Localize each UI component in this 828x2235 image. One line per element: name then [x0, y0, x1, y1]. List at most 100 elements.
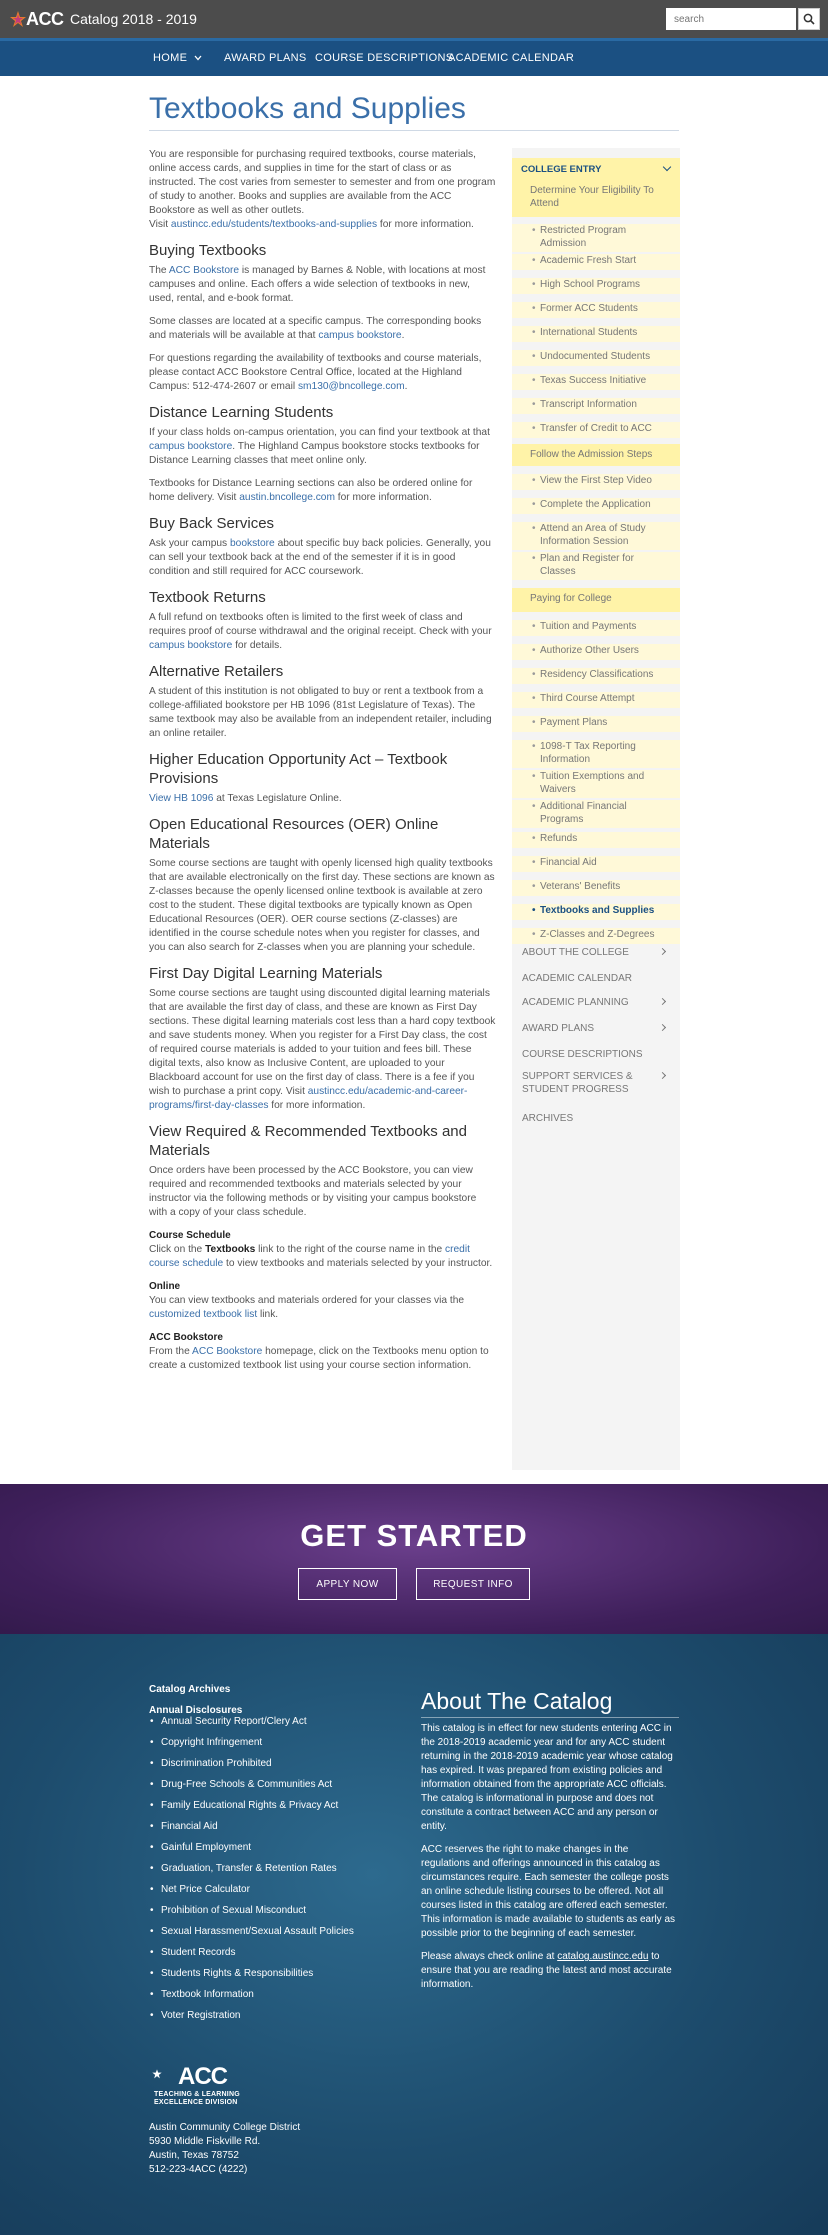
- sidebar-item-1098-t-tax-reporting-information[interactable]: 1098-T Tax Reporting Information: [512, 740, 680, 768]
- main-content: You are responsible for purchasing requi…: [149, 148, 497, 1382]
- sidebar-item-attend-an-area-of-study-information-session[interactable]: Attend an Area of Study Information Sess…: [512, 522, 680, 550]
- sidebar-item-award-plans[interactable]: AWARD PLANS: [512, 1022, 680, 1036]
- footer-link-net-price-calculator[interactable]: Net Price Calculator: [149, 1883, 399, 1904]
- sidebar-item-complete-the-application[interactable]: Complete the Application: [512, 498, 680, 514]
- footer-link-discrimination-prohibited[interactable]: Discrimination Prohibited: [149, 1757, 399, 1778]
- sidebar-item-academic-fresh-start[interactable]: Academic Fresh Start: [512, 254, 680, 270]
- nav-academic-calendar[interactable]: ACADEMIC CALENDAR: [448, 52, 574, 64]
- bookstore-link[interactable]: bookstore: [230, 538, 275, 549]
- sidebar-item-tuition-and-payments[interactable]: Tuition and Payments: [512, 620, 680, 636]
- footer-link-copyright-infringement[interactable]: Copyright Infringement: [149, 1736, 399, 1757]
- sidebar-item-texas-success-initiative[interactable]: Texas Success Initiative: [512, 374, 680, 390]
- bncollege-link[interactable]: austin.bncollege.com: [239, 492, 335, 503]
- sidebar-item-academic-calendar[interactable]: ACADEMIC CALENDAR: [512, 972, 680, 986]
- online-heading: Online: [149, 1281, 181, 1292]
- footer-link-textbook-information[interactable]: Textbook Information: [149, 1988, 399, 2009]
- sidebar-item-academic-planning[interactable]: ACADEMIC PLANNING: [512, 996, 680, 1010]
- about-p1: This catalog is in effect for new studen…: [421, 1723, 673, 1832]
- campus-bookstore-link[interactable]: campus bookstore: [318, 330, 401, 341]
- textbooks-info-link[interactable]: austincc.edu/students/textbooks-and-supp…: [171, 219, 377, 230]
- get-started-title: GET STARTED: [300, 1518, 528, 1553]
- search-input[interactable]: [666, 8, 796, 30]
- nav-course-descriptions[interactable]: COURSE DESCRIPTIONS: [315, 52, 453, 64]
- chevron-right-icon: [658, 947, 667, 956]
- heading-view-required: View Required & Recommended Textbooks an…: [149, 1123, 467, 1159]
- sidebar-item-textbooks-and-supplies[interactable]: Textbooks and Supplies: [512, 904, 680, 920]
- campus-bookstore-link[interactable]: campus bookstore: [149, 640, 232, 651]
- campus-bookstore-link[interactable]: campus bookstore: [149, 441, 232, 452]
- customized-textbook-list-link[interactable]: customized textbook list: [149, 1309, 257, 1320]
- hb1096-link[interactable]: View HB 1096: [149, 793, 213, 804]
- footer-logo-text: ACC: [178, 2063, 228, 2090]
- sidebar-group-follow-the-admission-steps[interactable]: Follow the Admission Steps: [512, 444, 680, 466]
- footer-link-prohibition-of-sexual-misconduct[interactable]: Prohibition of Sexual Misconduct: [149, 1904, 399, 1925]
- footer-link-voter-registration[interactable]: Voter Registration: [149, 2009, 399, 2030]
- acc-bookstore-link[interactable]: ACC Bookstore: [169, 265, 239, 276]
- heading-alt-retailers: Alternative Retailers: [149, 663, 284, 680]
- sidebar-group-paying-for-college[interactable]: Paying for College: [512, 588, 680, 612]
- sidebar-item-authorize-other-users[interactable]: Authorize Other Users: [512, 644, 680, 660]
- footer-link-students-rights-responsibilities[interactable]: Students Rights & Responsibilities: [149, 1967, 399, 1988]
- sidebar-item-tuition-exemptions-and-waivers[interactable]: Tuition Exemptions and Waivers: [512, 770, 680, 798]
- sidebar-item-archives[interactable]: ARCHIVES: [512, 1112, 680, 1126]
- search-button[interactable]: [798, 8, 820, 30]
- alt-p1: A student of this institution is not obl…: [149, 686, 492, 739]
- sidebar-item-view-the-first-step-video[interactable]: View the First Step Video: [512, 474, 680, 490]
- sidebar-item-former-acc-students[interactable]: Former ACC Students: [512, 302, 680, 318]
- sidebar-item-international-students[interactable]: International Students: [512, 326, 680, 342]
- sidebar-item-financial-aid[interactable]: Financial Aid: [512, 856, 680, 872]
- sidebar-item-third-course-attempt[interactable]: Third Course Attempt: [512, 692, 680, 708]
- sidebar-item-restricted-program-admission[interactable]: Restricted Program Admission: [512, 224, 680, 252]
- sidebar-item-undocumented-students[interactable]: Undocumented Students: [512, 350, 680, 366]
- about-catalog-title: About The Catalog: [421, 1688, 613, 1714]
- sidebar-item-plan-and-register-for-classes[interactable]: Plan and Register for Classes: [512, 552, 680, 580]
- sidebar-item-transcript-information[interactable]: Transcript Information: [512, 398, 680, 414]
- footer-link-family-educational-rights-privacy-act[interactable]: Family Educational Rights & Privacy Act: [149, 1799, 399, 1820]
- footer-link-annual-security-report-clery-act[interactable]: Annual Security Report/Clery Act: [149, 1715, 399, 1736]
- sidebar-heading-college-entry[interactable]: COLLEGE ENTRY: [512, 158, 680, 180]
- request-info-button[interactable]: REQUEST INFO: [416, 1568, 530, 1600]
- sidebar: COLLEGE ENTRY Determine Your Eligibility…: [512, 148, 680, 1470]
- acc-logo[interactable]: ACC: [10, 8, 64, 30]
- sidebar-item-transfer-of-credit-to-acc[interactable]: Transfer of Credit to ACC: [512, 422, 680, 438]
- site-title[interactable]: Catalog 2018 - 2019: [70, 11, 197, 27]
- nav-home[interactable]: HOME: [153, 52, 202, 64]
- footer-link-drug-free-schools-communities-act[interactable]: Drug-Free Schools & Communities Act: [149, 1778, 399, 1799]
- bookstore-email-link[interactable]: sm130@bncollege.com: [298, 381, 405, 392]
- sidebar-item-support-services-student-progress[interactable]: SUPPORT SERVICES & STUDENT PROGRESS: [512, 1070, 680, 1098]
- sidebar-group-determine-your-eligibility-to-attend[interactable]: Determine Your Eligibility To Attend: [512, 180, 680, 217]
- sidebar-item-z-classes-and-z-degrees[interactable]: Z-Classes and Z-Degrees: [512, 928, 680, 944]
- apply-now-button[interactable]: APPLY NOW: [298, 1568, 397, 1600]
- sidebar-item-payment-plans[interactable]: Payment Plans: [512, 716, 680, 732]
- distance-p1: If your class holds on-campus orientatio…: [149, 427, 490, 466]
- acc-bookstore-link[interactable]: ACC Bookstore: [192, 1346, 262, 1357]
- chevron-right-icon: [658, 1071, 667, 1080]
- sidebar-item-about-the-college[interactable]: ABOUT THE COLLEGE: [512, 946, 680, 960]
- buyback-p1: Ask your campus bookstore about specific…: [149, 538, 491, 577]
- footer-link-sexual-harassment-sexual-assault-policies[interactable]: Sexual Harassment/Sexual Assault Policie…: [149, 1925, 399, 1946]
- chevron-down-icon: [662, 162, 672, 172]
- star-icon: [10, 11, 26, 27]
- sidebar-item-high-school-programs[interactable]: High School Programs: [512, 278, 680, 294]
- logo-text: ACC: [26, 8, 64, 29]
- footer-link-graduation-transfer-retention-rates[interactable]: Graduation, Transfer & Retention Rates: [149, 1862, 399, 1883]
- chevron-down-icon: [194, 55, 202, 61]
- sidebar-item-course-descriptions[interactable]: COURSE DESCRIPTIONS: [512, 1048, 680, 1062]
- sidebar-item-additional-financial-programs[interactable]: Additional Financial Programs: [512, 800, 680, 828]
- catalog-archives-link[interactable]: Catalog Archives: [149, 1684, 230, 1695]
- heading-oer: Open Educational Resources (OER) Online …: [149, 816, 439, 852]
- chevron-right-icon: [658, 1023, 667, 1032]
- online-p: You can view textbooks and materials ord…: [149, 1295, 465, 1320]
- footer-link-student-records[interactable]: Student Records: [149, 1946, 399, 1967]
- heading-buying: Buying Textbooks: [149, 242, 267, 259]
- buying-p3: For questions regarding the availability…: [149, 353, 482, 392]
- view-p1: Once orders have been processed by the A…: [149, 1165, 477, 1218]
- footer-link-financial-aid[interactable]: Financial Aid: [149, 1820, 399, 1841]
- nav-award-plans[interactable]: AWARD PLANS: [224, 52, 307, 64]
- catalog-site-link[interactable]: catalog.austincc.edu: [557, 1951, 648, 1962]
- heading-returns: Textbook Returns: [149, 589, 266, 606]
- footer-link-gainful-employment[interactable]: Gainful Employment: [149, 1841, 399, 1862]
- sidebar-item-residency-classifications[interactable]: Residency Classifications: [512, 668, 680, 684]
- sidebar-item-veterans-benefits[interactable]: Veterans' Benefits: [512, 880, 680, 896]
- sidebar-item-refunds[interactable]: Refunds: [512, 832, 680, 848]
